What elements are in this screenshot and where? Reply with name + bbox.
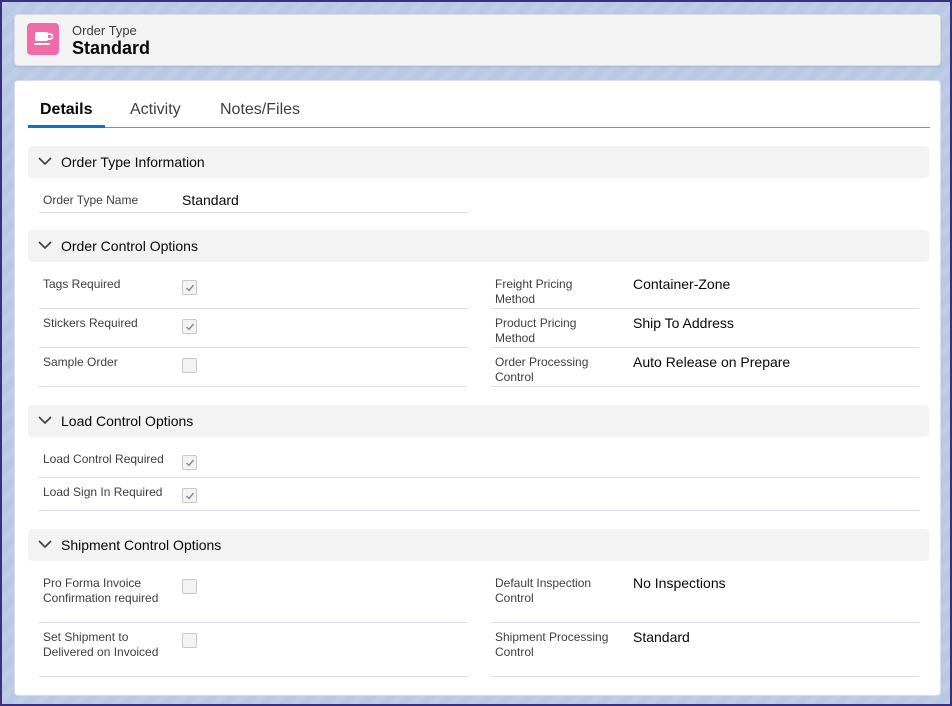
checkbox-unchecked xyxy=(182,579,197,594)
checkbox-unchecked xyxy=(182,633,197,648)
record-title: Standard xyxy=(72,38,151,58)
detail-card: Details Activity Notes/Files Order Type … xyxy=(14,80,941,696)
field-tags-required: Tags Required xyxy=(39,271,467,309)
checkbox-checked xyxy=(182,319,197,334)
field-label: Stickers Required xyxy=(43,316,138,330)
field-value: Standard xyxy=(633,629,690,645)
section-title: Order Control Options xyxy=(61,238,198,254)
field-label: Set Shipment to Delivered on Invoiced xyxy=(43,630,159,659)
field-value: Container-Zone xyxy=(633,276,731,292)
field-sample-order: Sample Order xyxy=(39,349,467,387)
checkbox-unchecked xyxy=(182,358,197,373)
record-type-label: Order Type xyxy=(72,23,137,38)
checkmark-icon xyxy=(186,459,195,467)
cup-icon xyxy=(27,23,59,55)
chevron-down-icon xyxy=(38,157,52,166)
section-title: Shipment Control Options xyxy=(61,537,222,553)
field-load-control-required: Load Control Required xyxy=(39,446,919,478)
checkmark-icon xyxy=(186,492,195,500)
checkbox-checked xyxy=(182,455,197,470)
field-label: Load Control Required xyxy=(43,452,164,466)
tab-notes-files[interactable]: Notes/Files xyxy=(220,101,300,119)
section-order-type-information[interactable]: Order Type Information xyxy=(28,146,929,178)
field-stickers-required: Stickers Required xyxy=(39,310,467,348)
field-value: Auto Release on Prepare xyxy=(633,354,791,370)
field-label: Tags Required xyxy=(43,277,121,291)
chevron-down-icon xyxy=(38,540,52,549)
active-tab-indicator xyxy=(28,125,105,128)
field-label: Order Type Name xyxy=(43,193,139,207)
checkmark-icon xyxy=(186,284,195,292)
app-background: Order Type Standard Details Activity Not… xyxy=(2,2,950,704)
section-title: Order Type Information xyxy=(61,154,205,170)
checkmark-icon xyxy=(186,323,195,331)
field-label: Default Inspection Control xyxy=(495,576,592,605)
section-load-control-options[interactable]: Load Control Options xyxy=(28,405,929,437)
tab-bar: Details Activity Notes/Files xyxy=(28,93,930,128)
field-product-pricing-method: Product Pricing Method Ship To Address xyxy=(491,310,919,348)
field-label: Load Sign In Required xyxy=(43,485,163,499)
field-value: Standard xyxy=(182,192,239,208)
record-header: Order Type Standard xyxy=(14,14,941,66)
field-load-sign-in-required: Load Sign In Required xyxy=(39,479,919,511)
field-order-processing-control: Order Processing Control Auto Release on… xyxy=(491,349,919,387)
field-order-type-name: Order Type Name Standard xyxy=(39,187,467,213)
checkbox-checked xyxy=(182,280,197,295)
tab-activity[interactable]: Activity xyxy=(130,101,181,119)
chevron-down-icon xyxy=(38,416,52,425)
field-shipment-processing-control: Shipment Processing Control Standard xyxy=(491,624,919,677)
section-shipment-control-options[interactable]: Shipment Control Options xyxy=(28,529,929,561)
field-label: Pro Forma Invoice Confirmation required xyxy=(43,576,159,605)
field-freight-pricing-method: Freight Pricing Method Container-Zone xyxy=(491,271,919,309)
section-order-control-options[interactable]: Order Control Options xyxy=(28,230,929,262)
field-value: No Inspections xyxy=(633,575,726,591)
chevron-down-icon xyxy=(38,241,52,250)
field-default-inspection-control: Default Inspection Control No Inspection… xyxy=(491,570,919,623)
checkbox-checked xyxy=(182,488,197,503)
field-set-shipment-delivered-on-invoiced: Set Shipment to Delivered on Invoiced xyxy=(39,624,467,677)
field-label: Shipment Processing Control xyxy=(495,630,609,659)
field-label: Sample Order xyxy=(43,355,118,369)
field-label: Order Processing Control xyxy=(495,355,589,384)
section-title: Load Control Options xyxy=(61,413,194,429)
field-label: Freight Pricing Method xyxy=(495,277,573,306)
field-label: Product Pricing Method xyxy=(495,316,577,345)
field-pro-forma-invoice-confirmation: Pro Forma Invoice Confirmation required xyxy=(39,570,467,623)
tab-details[interactable]: Details xyxy=(40,101,92,119)
field-value: Ship To Address xyxy=(633,315,734,331)
